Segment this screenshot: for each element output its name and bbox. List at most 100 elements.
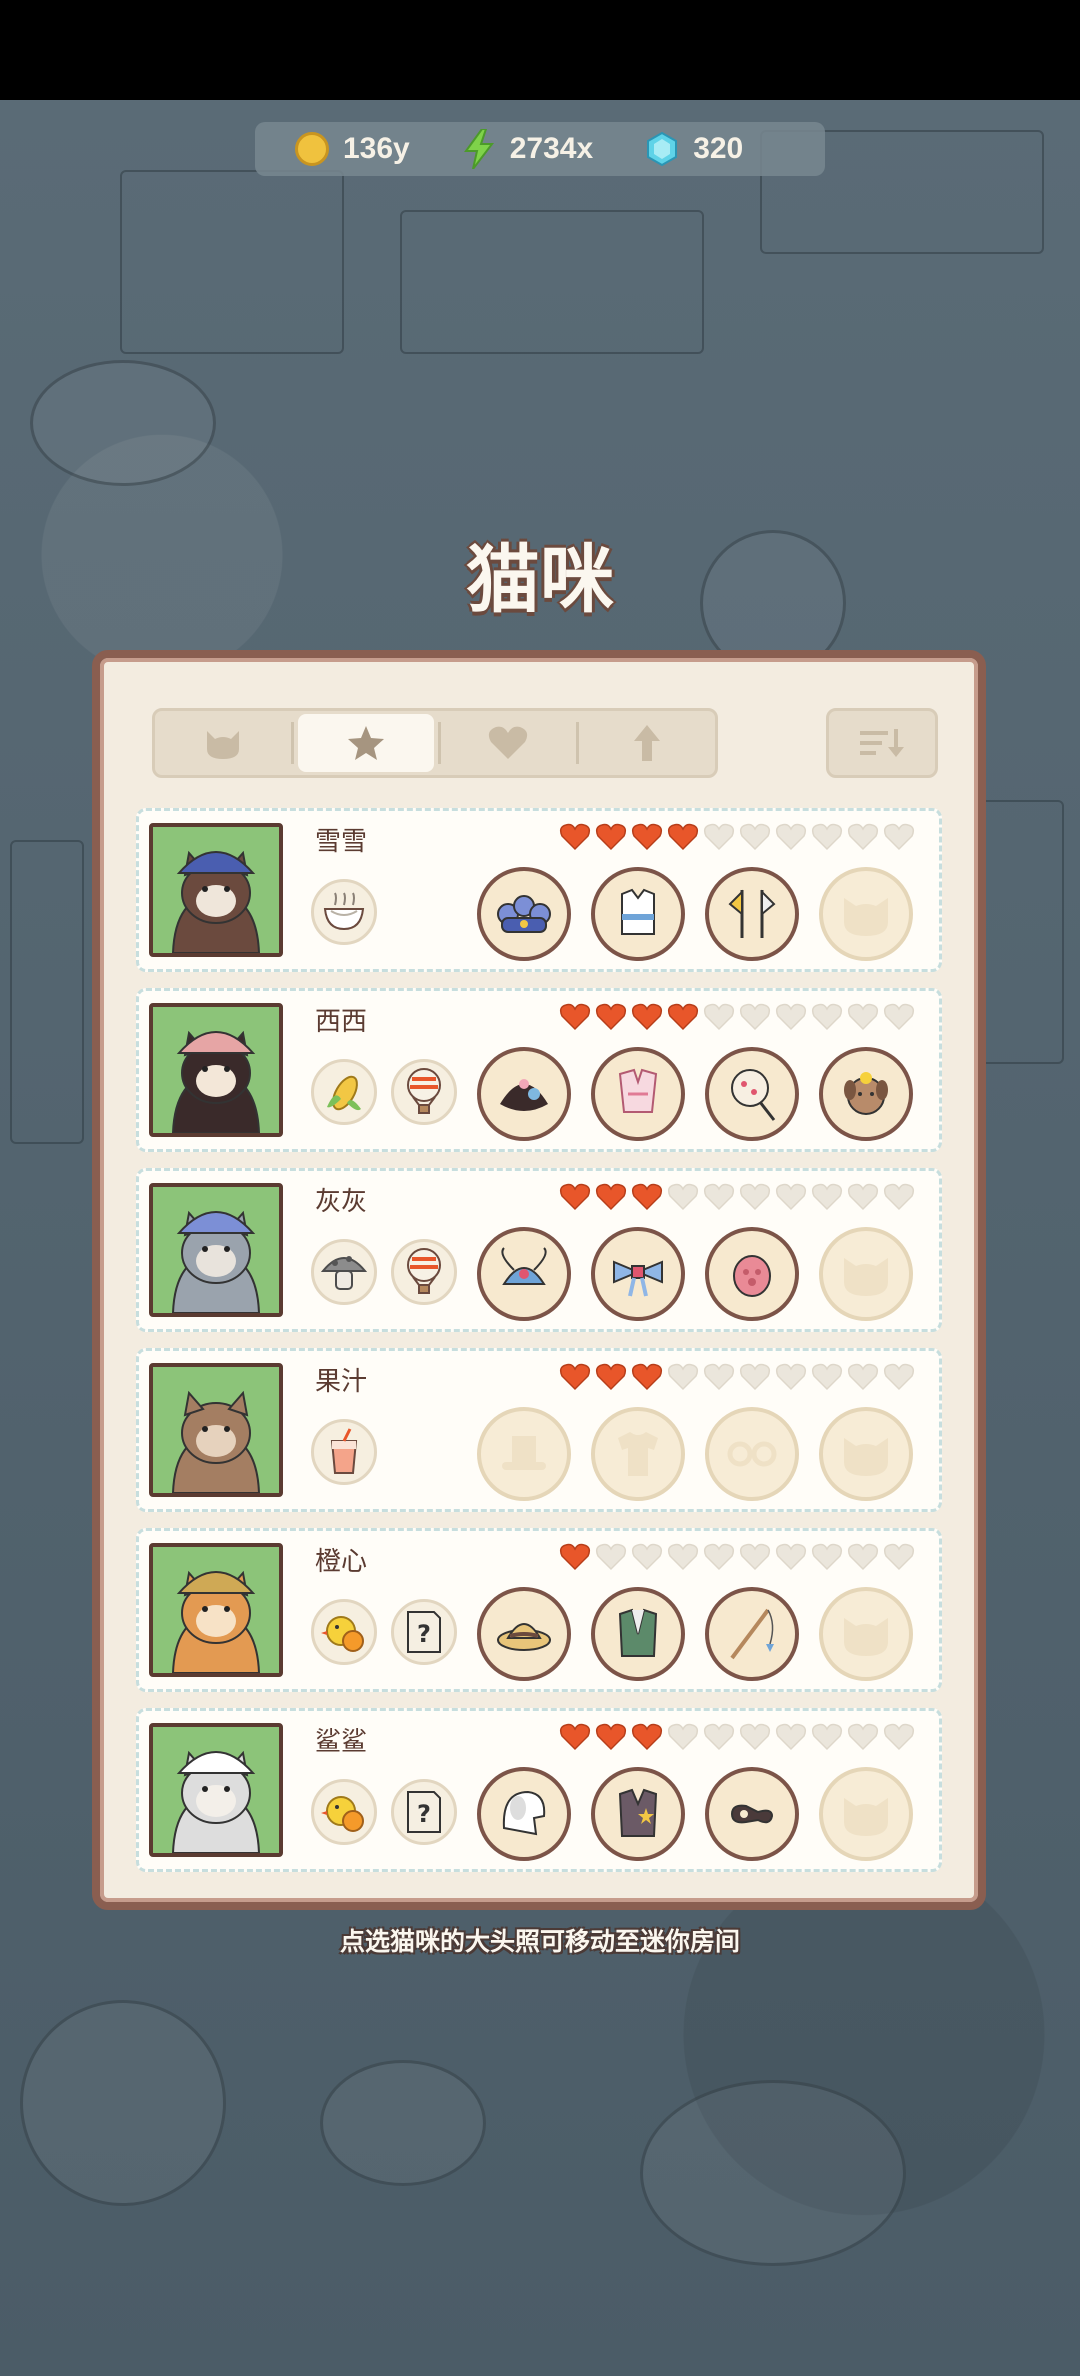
hot-air-balloon-icon[interactable] <box>391 1239 457 1305</box>
hint-text: 点选猫咪的大头照可移动至迷你房间 <box>339 1927 740 1956</box>
cat-card[interactable]: 鲨鲨? <box>136 1708 942 1872</box>
affection-hearts <box>559 1003 919 1031</box>
heart-full-icon <box>631 1363 663 1391</box>
heart-empty-icon <box>883 1003 915 1031</box>
white-vest-icon[interactable] <box>591 867 685 961</box>
heart-empty-icon <box>595 1543 627 1571</box>
cat-portrait[interactable] <box>149 1723 283 1857</box>
gem-counter[interactable]: 320 <box>645 132 743 166</box>
heart-empty-icon <box>739 1003 771 1031</box>
cat-portrait[interactable] <box>149 1003 283 1137</box>
coin-counter[interactable]: 136y <box>295 132 410 166</box>
heart-full-icon <box>631 1003 663 1031</box>
heart-empty-icon <box>739 823 771 851</box>
cat-head-icon <box>206 731 239 759</box>
lightning-icon <box>463 129 494 169</box>
empty-slot-icon[interactable] <box>819 1587 913 1681</box>
sort-button[interactable] <box>826 708 938 778</box>
flower-hair-icon[interactable] <box>477 1047 571 1141</box>
heart-full-icon <box>595 1003 627 1031</box>
shirt-slot-icon[interactable] <box>591 1407 685 1501</box>
heart-empty-icon <box>703 1363 735 1391</box>
heart-empty-icon <box>775 1003 807 1031</box>
affection-hearts <box>559 1723 919 1751</box>
blue-crown-icon[interactable] <box>477 867 571 961</box>
fishing-rod-icon[interactable] <box>705 1587 799 1681</box>
tab-stars[interactable] <box>297 714 434 772</box>
sort-descending-icon <box>860 729 904 757</box>
empty-slot-icon[interactable] <box>819 1227 913 1321</box>
affection-hearts <box>559 1183 919 1211</box>
opera-headdress-icon[interactable] <box>477 1227 571 1321</box>
heart-full-icon <box>595 1723 627 1751</box>
gem-icon <box>647 132 678 166</box>
juice-drink-icon[interactable] <box>311 1419 377 1485</box>
pink-paw-icon[interactable] <box>705 1227 799 1321</box>
mystery-note-icon[interactable]: ? <box>391 1779 457 1845</box>
empty-slot-icon[interactable] <box>819 1407 913 1501</box>
heart-full-icon <box>595 1183 627 1211</box>
heart-empty-icon <box>703 1543 735 1571</box>
green-vest-icon[interactable] <box>591 1587 685 1681</box>
heart-full-icon <box>559 1543 591 1571</box>
heart-empty-icon <box>847 1183 879 1211</box>
heart-empty-icon <box>847 1003 879 1031</box>
cat-portrait[interactable] <box>149 1543 283 1677</box>
tab-level[interactable] <box>579 714 715 772</box>
tab-hearts[interactable] <box>441 714 577 772</box>
white-hood-icon[interactable] <box>477 1767 571 1861</box>
heart-empty-icon <box>631 1543 663 1571</box>
mystery-note-icon[interactable]: ? <box>391 1599 457 1665</box>
heart-full-icon <box>667 1003 699 1031</box>
cat-card[interactable]: 雪雪 <box>136 808 942 972</box>
flags-icon[interactable] <box>705 867 799 961</box>
heart-empty-icon <box>775 1363 807 1391</box>
cat-card[interactable]: 灰灰 <box>136 1168 942 1332</box>
heart-empty-icon <box>739 1363 771 1391</box>
heart-empty-icon <box>883 1183 915 1211</box>
heart-empty-icon <box>667 1183 699 1211</box>
pink-top-icon[interactable] <box>591 1047 685 1141</box>
heart-empty-icon <box>811 1183 843 1211</box>
noodle-bowl-icon[interactable] <box>311 879 377 945</box>
affection-hearts <box>559 1543 919 1571</box>
sheriff-vest-icon[interactable] <box>591 1767 685 1861</box>
cat-card[interactable]: 橙心? <box>136 1528 942 1692</box>
cat-portrait[interactable] <box>149 823 283 957</box>
hand-fan-icon[interactable] <box>705 1047 799 1141</box>
hat-slot-icon[interactable] <box>477 1407 571 1501</box>
plush-dog-icon[interactable] <box>819 1047 913 1141</box>
blue-bow-icon[interactable] <box>591 1227 685 1321</box>
heart-empty-icon <box>811 823 843 851</box>
heart-empty-icon <box>883 1543 915 1571</box>
straw-hat-icon[interactable] <box>477 1587 571 1681</box>
heart-empty-icon <box>883 823 915 851</box>
page-title: 猫咪 <box>466 537 614 623</box>
orange-chick-icon[interactable] <box>311 1779 377 1845</box>
eye-mask-icon[interactable] <box>705 1767 799 1861</box>
heart-empty-icon <box>847 823 879 851</box>
heart-empty-icon <box>703 1003 735 1031</box>
tab-divider <box>290 722 294 764</box>
cat-name: 橙心 <box>315 1547 368 1577</box>
cat-card[interactable]: 果汁 <box>136 1348 942 1512</box>
corn-icon[interactable] <box>311 1059 377 1125</box>
heart-empty-icon <box>847 1363 879 1391</box>
empty-slot-icon[interactable] <box>819 1767 913 1861</box>
heart-empty-icon <box>775 1723 807 1751</box>
heart-empty-icon <box>739 1183 771 1211</box>
empty-slot-icon[interactable] <box>819 867 913 961</box>
hot-air-balloon-icon[interactable] <box>391 1059 457 1125</box>
status-bar <box>0 0 1080 100</box>
cat-name: 西西 <box>315 1007 368 1037</box>
cat-portrait[interactable] <box>149 1183 283 1317</box>
orange-chick-icon[interactable] <box>311 1599 377 1665</box>
tab-cats[interactable] <box>155 714 291 772</box>
energy-counter[interactable]: 2734x <box>462 129 593 169</box>
glasses-slot-icon[interactable] <box>705 1407 799 1501</box>
cat-portrait[interactable] <box>149 1363 283 1497</box>
mushroom-icon[interactable] <box>311 1239 377 1305</box>
heart-full-icon <box>559 1723 591 1751</box>
cat-card[interactable]: 西西 <box>136 988 942 1152</box>
heart-full-icon <box>631 1183 663 1211</box>
